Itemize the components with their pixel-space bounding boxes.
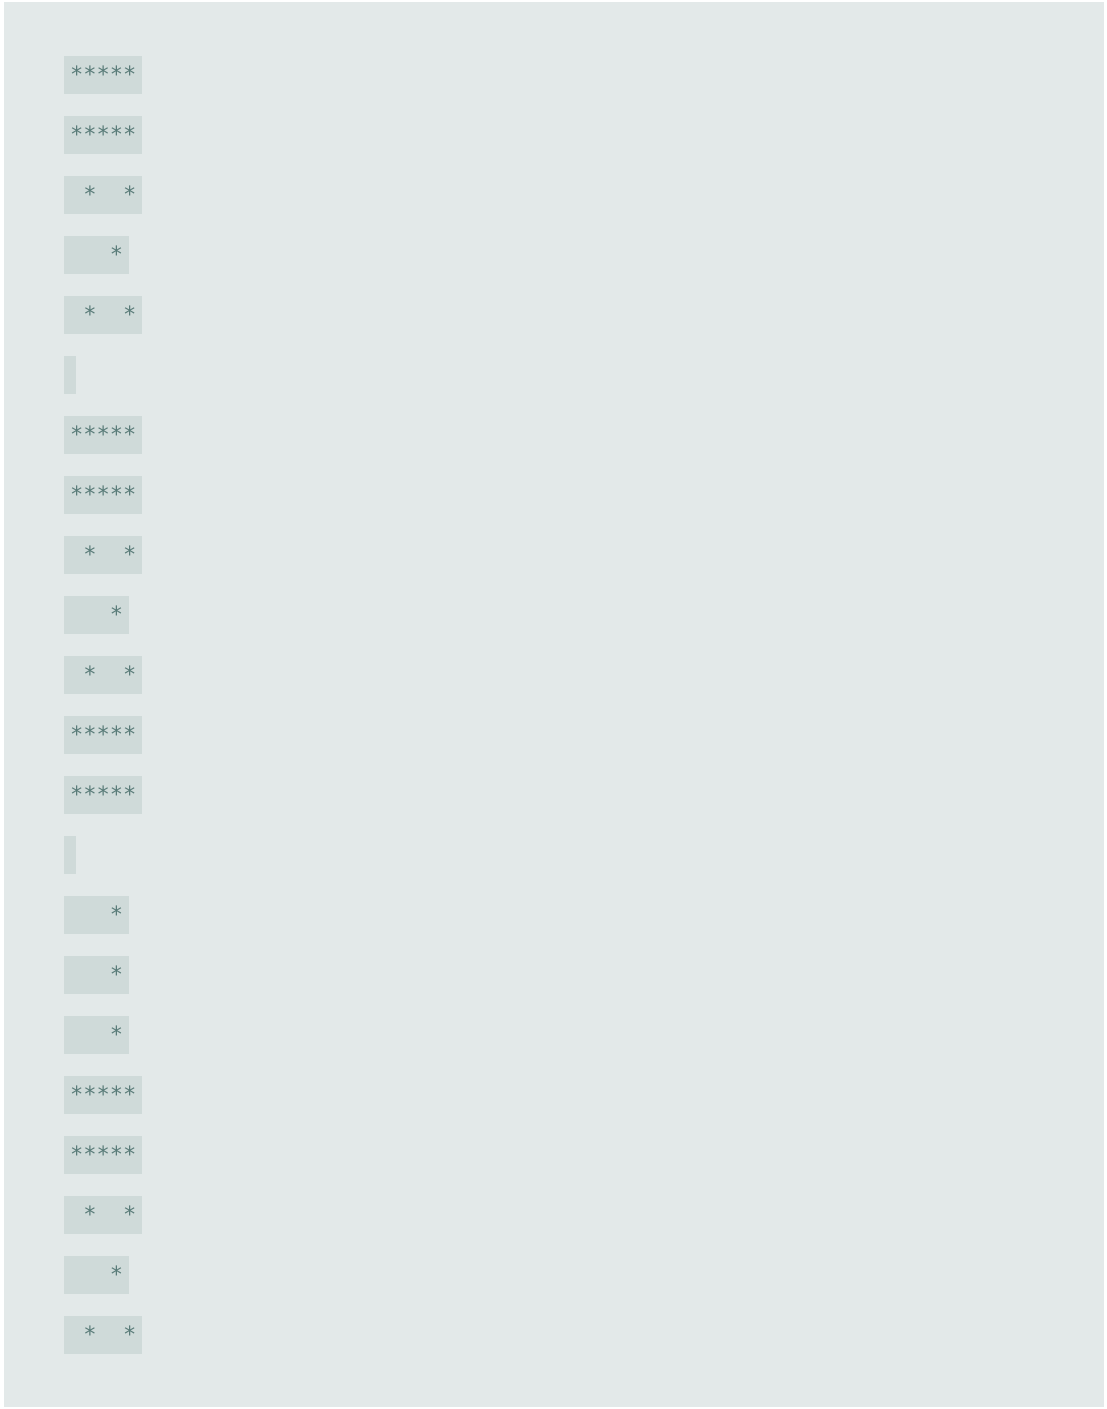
output-line: * [64,1256,142,1316]
output-line: * * [64,176,143,236]
output-line-text: ***** [64,116,143,154]
output-line-text: ***** [64,56,143,94]
output-line: * * [64,536,143,596]
output-line: ***** [64,776,143,836]
output-line: * [64,956,142,1016]
output-line-text: ***** [64,416,143,454]
output-line [64,836,142,896]
output-line: * [64,896,142,956]
output-line-text: * * [64,656,143,694]
output-line-text: * * [64,296,143,334]
output-line: * [64,596,142,656]
output-line-text: * * [64,1196,143,1234]
output-line: * [64,236,142,296]
output-line-text: * [64,236,129,274]
output-panel: ***** ***** * * * * * ***** ***** * * * * *… [4,2,1104,1407]
output-line-text: ***** [64,776,143,814]
output-line-text: * [64,596,129,634]
output-line [64,356,142,416]
output-line-text: * * [64,536,143,574]
output-line-text [64,836,76,874]
output-line: ***** [64,56,143,116]
output-line: * * [64,1316,143,1376]
output-line-text [64,356,76,394]
output-line-text: ***** [64,1136,143,1174]
output-line-text: * [64,956,129,994]
output-line: * * [64,296,143,356]
output-line: * * [64,656,143,716]
output-line-text: ***** [64,716,143,754]
output-line-text: * [64,896,129,934]
output-line: ***** [64,116,143,176]
output-line: ***** [64,416,143,476]
output-line-text: * [64,1016,129,1054]
output-line: ***** [64,476,143,536]
output-line: ***** [64,1136,143,1196]
output-line-text: * * [64,176,143,214]
output-lines: ***** ***** * * * * * ***** ***** * * * * *… [64,56,143,1376]
output-line-text: ***** [64,1076,143,1114]
output-line-text: ***** [64,476,143,514]
output-line: * * [64,1196,143,1256]
output-line: ***** [64,1076,143,1136]
output-line: * [64,1016,142,1076]
output-line: ***** [64,716,143,776]
output-line-text: * [64,1256,129,1294]
output-line-text: * * [64,1316,143,1354]
